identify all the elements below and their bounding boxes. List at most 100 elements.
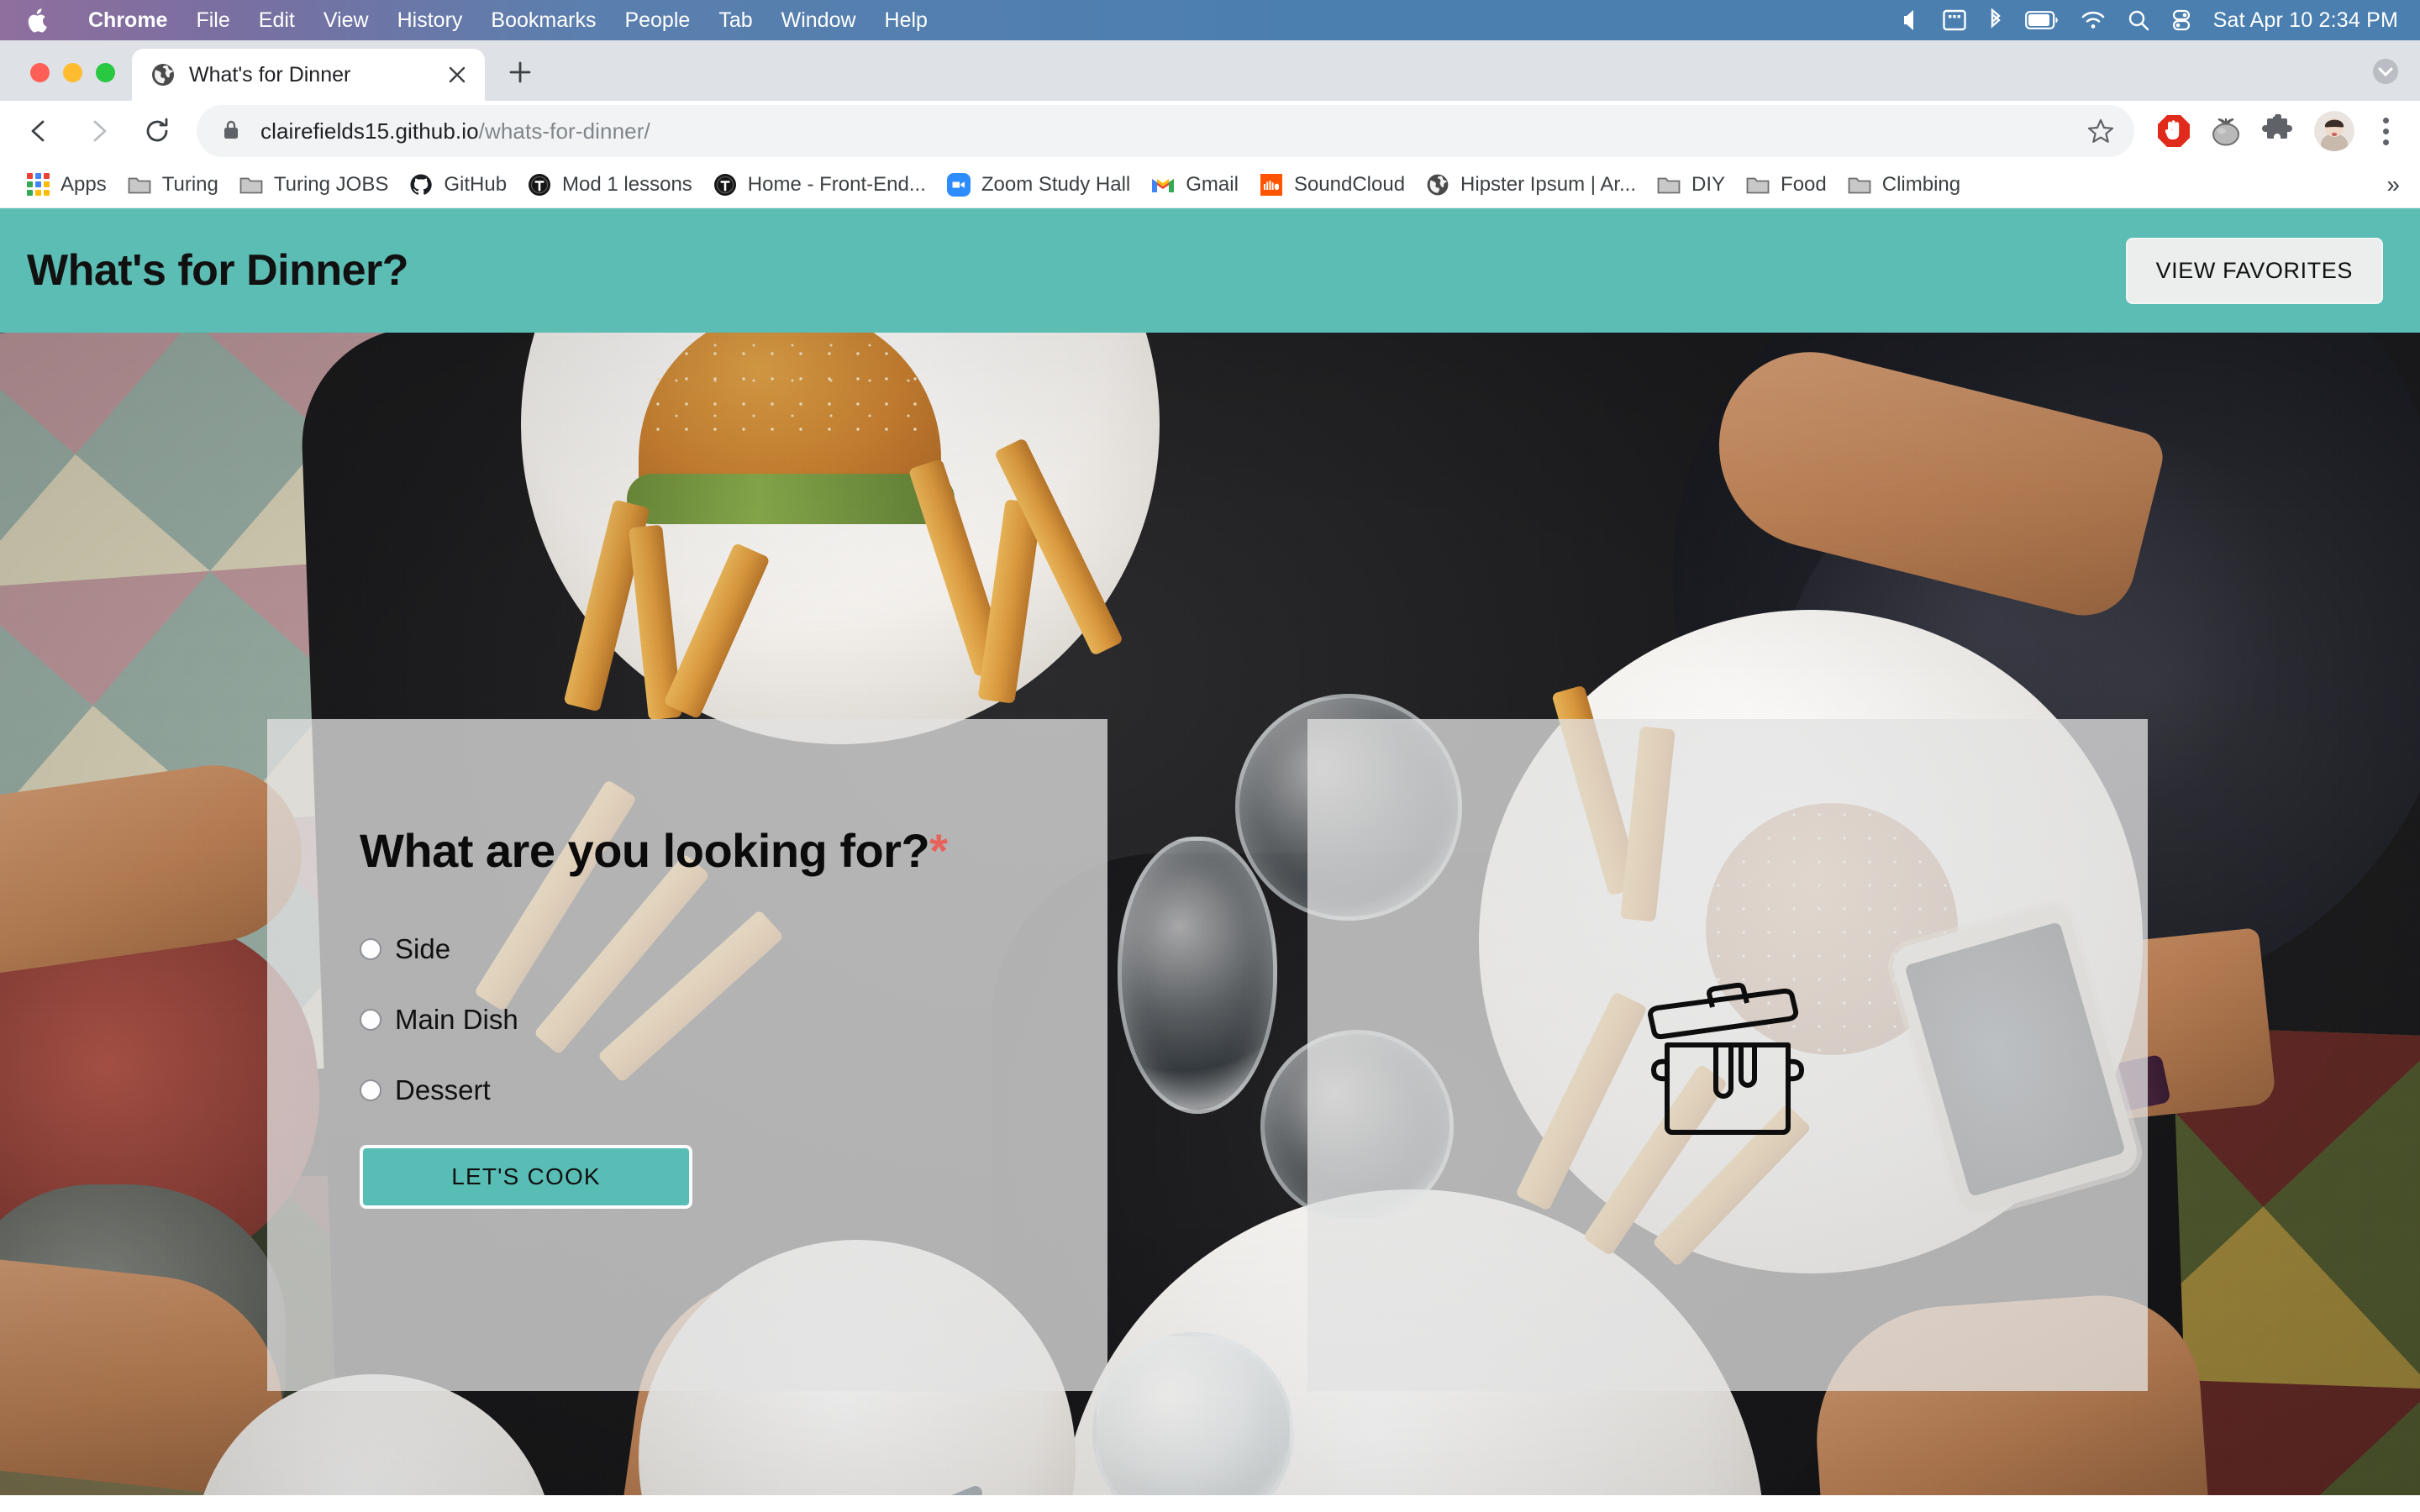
burger-seeds <box>639 333 941 449</box>
radio-option-dessert[interactable]: Dessert <box>360 1074 1107 1106</box>
bookmark-diy[interactable]: DIY <box>1646 168 1735 202</box>
site-header: What's for Dinner? VIEW FAVORITES <box>0 208 2420 333</box>
keyboard-input-icon[interactable] <box>1942 9 1966 31</box>
bookmark-label: Apps <box>60 172 107 196</box>
minimize-button[interactable] <box>63 63 82 82</box>
menu-item-file[interactable]: File <box>182 0 244 40</box>
control-center-icon[interactable] <box>2171 9 2191 31</box>
radio-label-main-dish: Main Dish <box>395 1004 518 1035</box>
forward-button[interactable] <box>71 103 126 159</box>
maximize-button[interactable] <box>96 63 115 82</box>
radio-option-main-dish[interactable]: Main Dish <box>360 1004 1107 1036</box>
recipe-result-panel <box>1307 719 2148 1391</box>
back-button[interactable] <box>12 103 67 159</box>
bookmark-hipster-ipsum[interactable]: Hipster Ipsum | Ar... <box>1415 168 1646 202</box>
bookmark-turing[interactable]: Turing <box>117 168 229 202</box>
bookmark-label: Turing JOBS <box>273 172 389 196</box>
menu-bar-clock[interactable]: Sat Apr 10 2:34 PM <box>2213 8 2398 33</box>
bluetooth-icon[interactable] <box>1988 8 2003 32</box>
zoom-camera-icon <box>946 172 971 197</box>
adblock-stop-hand-icon[interactable] <box>2149 107 2198 155</box>
menu-item-people[interactable]: People <box>610 0 704 40</box>
three-dot-menu-icon[interactable] <box>2366 107 2405 155</box>
menu-item-history[interactable]: History <box>383 0 477 40</box>
bookmark-apps[interactable]: Apps <box>15 168 117 202</box>
bookmark-gmail[interactable]: Gmail <box>1140 168 1249 202</box>
view-favorites-button[interactable]: VIEW FAVORITES <box>2125 237 2383 304</box>
turing-t-icon <box>527 172 552 197</box>
bookmark-label: Mod 1 lessons <box>562 172 692 196</box>
radio-option-side[interactable]: Side <box>360 933 1107 965</box>
cooking-pot-icon <box>1635 971 1820 1139</box>
soundcloud-icon <box>1259 172 1284 197</box>
os-menu-bar: Chrome File Edit View History Bookmarks … <box>0 0 2420 40</box>
url-text: clairefields15.github.io/whats-for-dinne… <box>260 118 650 144</box>
bookmarks-overflow-button[interactable]: » <box>2380 171 2407 198</box>
bookmark-label: DIY <box>1691 172 1726 196</box>
close-icon[interactable] <box>443 60 471 89</box>
bookmark-food[interactable]: Food <box>1735 168 1837 202</box>
menu-item-tab[interactable]: Tab <box>704 0 766 40</box>
required-marker: * <box>929 824 948 877</box>
page-content: What's for Dinner? VIEW FAVORITES What a… <box>0 208 2420 1495</box>
menu-item-edit[interactable]: Edit <box>245 0 309 40</box>
form-heading: What are you looking for?* <box>360 823 1107 878</box>
window-controls <box>0 63 132 101</box>
bookmark-turing-jobs[interactable]: Turing JOBS <box>229 168 399 202</box>
menu-item-help[interactable]: Help <box>871 0 942 40</box>
page-title: What's for Dinner? <box>27 246 409 295</box>
close-button[interactable] <box>30 63 50 82</box>
bookmark-label: GitHub <box>444 172 508 196</box>
recipe-search-form: What are you looking for?* Side Main Dis… <box>267 719 1107 1391</box>
radio-side[interactable] <box>360 938 381 960</box>
new-tab-button[interactable] <box>497 49 544 96</box>
bookmark-soundcloud[interactable]: SoundCloud <box>1249 168 1415 202</box>
bookmark-home-front-end[interactable]: Home - Front-End... <box>702 168 936 202</box>
menu-item-window[interactable]: Window <box>767 0 871 40</box>
radio-main-dish[interactable] <box>360 1009 381 1031</box>
extensions-puzzle-icon[interactable] <box>2254 107 2302 155</box>
bookmark-label: Home - Front-End... <box>747 172 926 196</box>
folder-icon <box>127 172 152 197</box>
bookmarks-bar: Apps Turing Turing JOBS GitHub Mod 1 les… <box>0 161 2420 208</box>
battery-icon[interactable] <box>2024 11 2059 29</box>
burger-lettuce <box>627 474 955 524</box>
wifi-icon[interactable] <box>2081 10 2106 30</box>
content-panels: What are you looking for?* Side Main Dis… <box>267 719 2148 1391</box>
radio-dessert[interactable] <box>360 1079 381 1101</box>
folder-icon <box>1745 172 1770 197</box>
menu-item-bookmarks[interactable]: Bookmarks <box>476 0 610 40</box>
tab-title: What's for Dinner <box>189 62 351 87</box>
bookmark-climbing[interactable]: Climbing <box>1837 168 1970 202</box>
burger-top <box>627 333 955 524</box>
bookmark-mod-1-lessons[interactable]: Mod 1 lessons <box>517 168 702 202</box>
bookmark-label: Climbing <box>1881 172 1961 196</box>
star-outline-icon[interactable] <box>2079 109 2123 153</box>
bookmark-zoom-study-hall[interactable]: Zoom Study Hall <box>936 168 1140 202</box>
tomato-timer-icon[interactable] <box>2202 107 2250 155</box>
url-path: /whats-for-dinner/ <box>478 118 650 144</box>
browser-tab[interactable]: What's for Dinner <box>132 49 485 101</box>
search-icon[interactable] <box>2128 9 2149 31</box>
volume-icon[interactable] <box>1902 8 1921 32</box>
apps-grid-icon <box>25 172 50 197</box>
gmail-m-icon <box>1150 172 1176 197</box>
lock-icon <box>222 118 244 144</box>
lets-cook-button[interactable]: LET'S COOK <box>360 1145 692 1209</box>
bookmark-github[interactable]: GitHub <box>398 168 517 202</box>
bookmark-label: Hipster Ipsum | Ar... <box>1460 172 1637 196</box>
profile-avatar[interactable] <box>2314 111 2354 151</box>
reload-button[interactable] <box>129 103 185 159</box>
folder-icon <box>1847 172 1872 197</box>
apple-logo-icon[interactable] <box>27 8 74 33</box>
browser-toolbar: clairefields15.github.io/whats-for-dinne… <box>0 101 2420 161</box>
radio-label-side: Side <box>395 933 451 964</box>
bookmark-label: Zoom Study Hall <box>981 172 1131 196</box>
bookmark-label: Gmail <box>1186 172 1239 196</box>
folder-icon <box>1656 172 1681 197</box>
menu-item-view[interactable]: View <box>309 0 383 40</box>
menu-item-chrome[interactable]: Chrome <box>74 0 182 40</box>
address-bar[interactable]: clairefields15.github.io/whats-for-dinne… <box>197 105 2134 157</box>
tab-search-button[interactable] <box>2366 52 2405 91</box>
radio-label-dessert: Dessert <box>395 1074 491 1105</box>
